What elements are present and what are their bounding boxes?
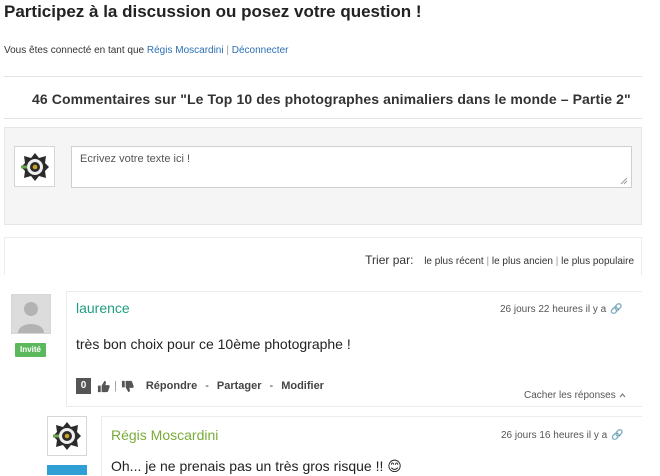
link-icon[interactable]: 🔗 (610, 304, 622, 315)
comment-actions: 0 | Répondre - Partager - Modifier (76, 378, 324, 394)
hide-replies-toggle[interactable]: Cacher les réponses (524, 390, 626, 401)
comment-textarea[interactable]: Ecrivez votre texte ici ! (71, 146, 632, 188)
sort-label: Trier par: (365, 253, 414, 267)
sort-separator: | (486, 256, 490, 267)
reply-text: Oh... je ne prenais pas un très gros ris… (111, 458, 402, 474)
share-link[interactable]: Partager (217, 380, 262, 392)
chevron-up-icon (619, 393, 625, 398)
current-user-avatar (14, 146, 55, 187)
reply-date-text: 26 jours 16 heures il y a (501, 430, 608, 441)
reply-author[interactable]: Régis Moscardini (111, 427, 218, 443)
sort-popular[interactable]: le plus populaire (561, 256, 634, 267)
thumb-up-icon[interactable] (97, 380, 110, 393)
reply-link[interactable]: Répondre (146, 380, 197, 392)
textarea-placeholder: Ecrivez votre texte ici ! (80, 153, 191, 165)
vote-count: 0 (76, 378, 91, 394)
login-prefix: Vous êtes connecté en tant que (4, 45, 145, 56)
user-profile-link[interactable]: Régis Moscardini (147, 45, 224, 56)
sort-options: Trier par: le plus récent | le plus anci… (365, 253, 634, 267)
camera-logo (53, 422, 81, 450)
page-heading: Participez à la discussion ou posez votr… (4, 2, 422, 21)
camera-logo (20, 152, 49, 181)
login-separator: | (226, 45, 229, 56)
link-icon[interactable]: 🔗 (611, 430, 623, 441)
hide-replies-label: Cacher les réponses (524, 390, 616, 401)
comment-author[interactable]: laurence (76, 300, 130, 316)
sort-separator: | (555, 256, 559, 267)
login-status: Vous êtes connecté en tant que Régis Mos… (4, 45, 288, 56)
divider (4, 118, 642, 119)
edit-link[interactable]: Modifier (281, 380, 324, 392)
guest-badge: Invité (15, 343, 46, 357)
logout-link[interactable]: Déconnecter (232, 45, 289, 56)
action-dash: - (205, 380, 209, 392)
resize-grip-icon[interactable] (620, 177, 628, 185)
sort-oldest[interactable]: le plus ancien (492, 256, 553, 267)
comment-date[interactable]: 26 jours 22 heures il y a 🔗 (500, 304, 623, 315)
guest-avatar (11, 294, 51, 334)
action-dash: - (269, 380, 274, 392)
default-user-icon (12, 295, 50, 333)
reply-date[interactable]: 26 jours 16 heures il y a 🔗 (501, 430, 624, 441)
comment-text: très bon choix pour ce 10ème photographe… (76, 336, 351, 352)
comment-date-text: 26 jours 22 heures il y a (500, 304, 607, 315)
comments-title: 46 Commentaires sur "Le Top 10 des photo… (32, 91, 631, 107)
sort-newest[interactable]: le plus récent (424, 256, 483, 267)
author-badge (47, 465, 87, 475)
thumb-down-icon[interactable] (121, 380, 134, 393)
vote-separator: | (114, 380, 117, 392)
reply-author-avatar (47, 416, 87, 456)
divider (4, 76, 642, 77)
